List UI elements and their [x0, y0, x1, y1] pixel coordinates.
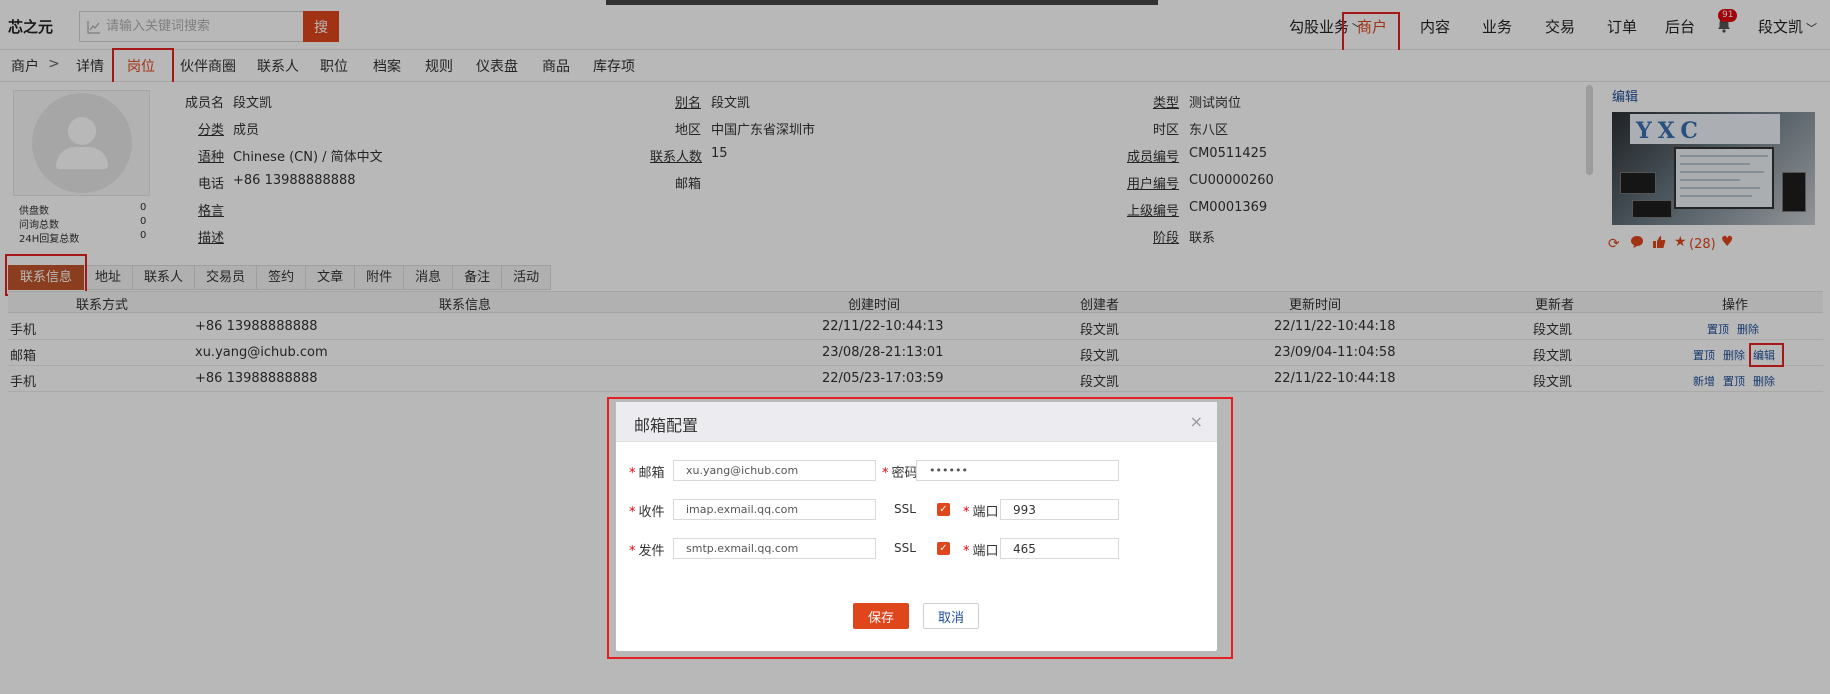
send-ssl-checkbox[interactable]: ✓ [937, 542, 950, 555]
ssl-label: SSL [894, 502, 916, 516]
port-label-text: 端口 [972, 544, 999, 559]
receive-port-label: * 端口 [963, 501, 999, 520]
email-field[interactable] [673, 460, 876, 481]
required-marker: * [629, 544, 636, 559]
receive-label-text: 收件 [638, 505, 665, 520]
close-icon[interactable]: × [1190, 412, 1203, 431]
email-label: * 邮箱 [629, 462, 665, 481]
send-port-label: * 端口 [963, 540, 999, 559]
send-port-field[interactable] [1000, 538, 1119, 559]
ssl-label: SSL [894, 541, 916, 555]
receive-server-field[interactable] [673, 499, 876, 520]
required-marker: * [882, 466, 889, 481]
required-marker: * [629, 466, 636, 481]
send-label-text: 发件 [638, 544, 665, 559]
send-server-field[interactable] [673, 538, 876, 559]
password-field[interactable] [916, 460, 1119, 481]
send-label: * 发件 [629, 540, 665, 559]
required-marker: * [963, 505, 970, 520]
modal-title: 邮箱配置 [634, 416, 699, 435]
cancel-button[interactable]: 取消 [923, 603, 979, 629]
required-marker: * [629, 505, 636, 520]
port-label-text: 端口 [972, 505, 999, 520]
password-label: * 密码 [882, 462, 918, 481]
password-label-text: 密码 [891, 466, 918, 481]
receive-ssl-checkbox[interactable]: ✓ [937, 503, 950, 516]
receive-label: * 收件 [629, 501, 665, 520]
save-button[interactable]: 保存 [853, 603, 909, 629]
receive-port-field[interactable] [1000, 499, 1119, 520]
modal-header: 邮箱配置 × [616, 402, 1217, 442]
mailbox-config-dialog: 邮箱配置 × *邮箱 *密码 *收件 SSL ✓ *端口 *发件 SSL ✓ *… [616, 402, 1217, 651]
required-marker: * [963, 544, 970, 559]
email-label-text: 邮箱 [638, 466, 665, 481]
